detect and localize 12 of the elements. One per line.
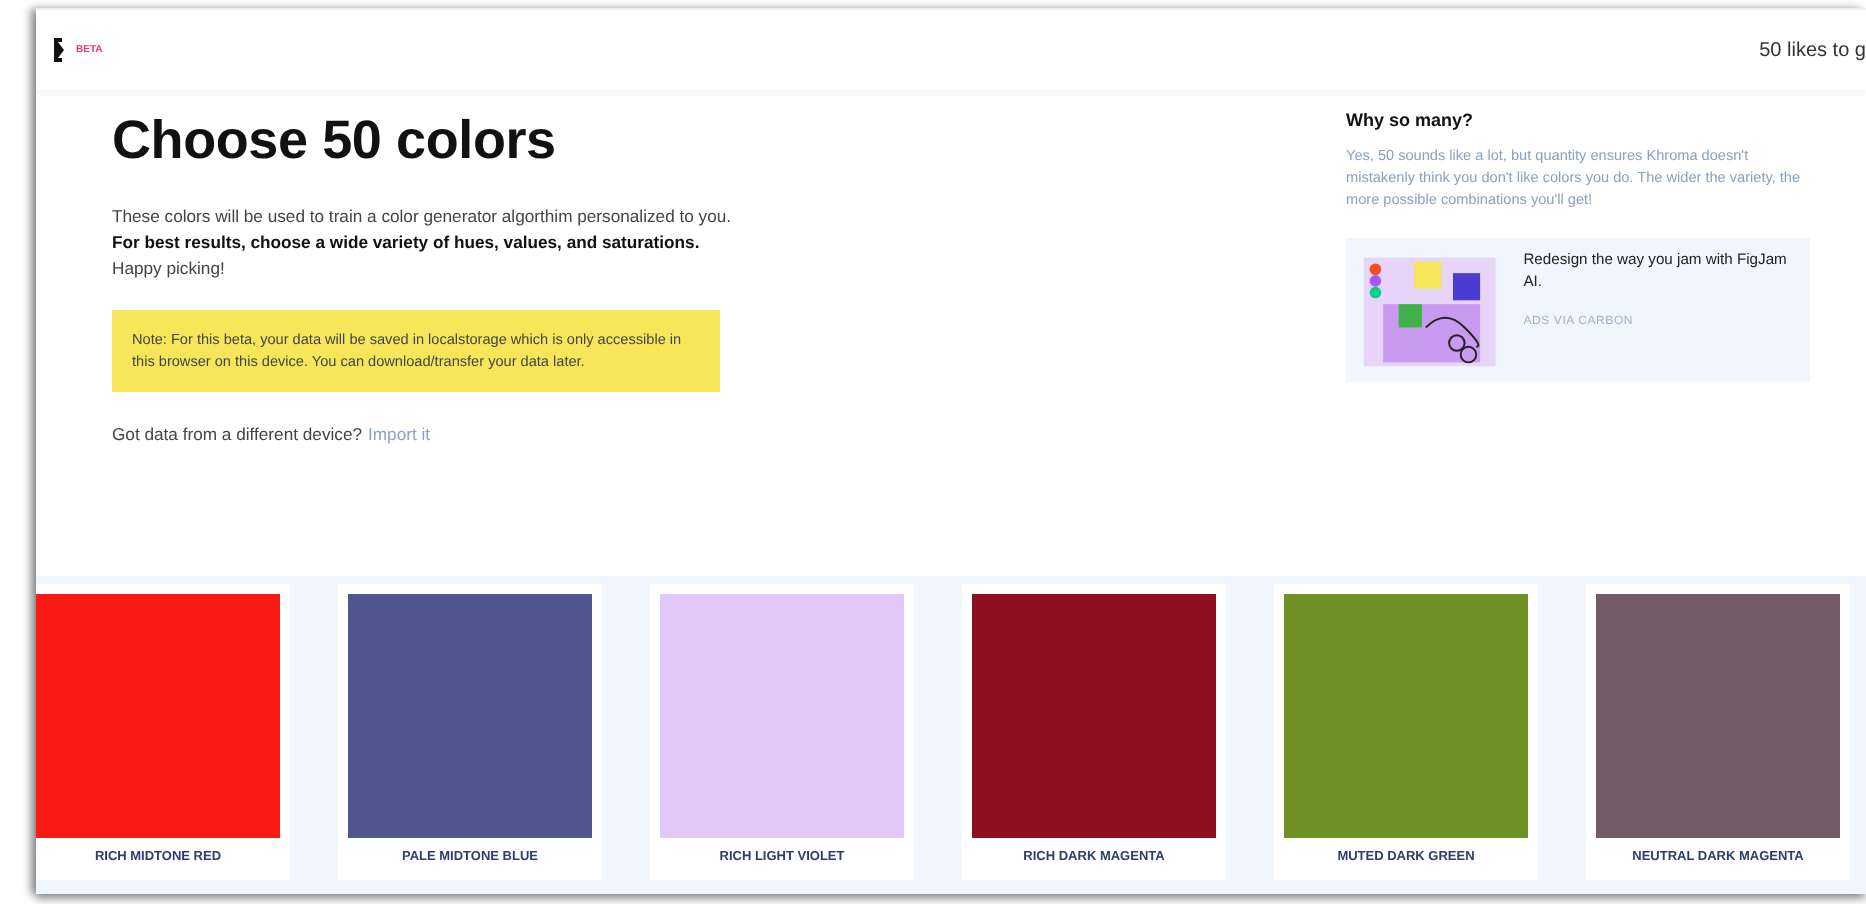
color-swatch[interactable] (972, 594, 1216, 838)
color-swatch[interactable] (1284, 594, 1528, 838)
likes-counter: 50 likes to g (1759, 39, 1866, 61)
color-swatch[interactable] (348, 594, 592, 838)
logo-icon[interactable] (54, 38, 66, 62)
color-swatch[interactable] (36, 594, 280, 838)
page-title: Choose 50 colors (112, 110, 558, 172)
color-swatch[interactable] (1596, 594, 1840, 838)
color-swatch[interactable] (660, 594, 904, 838)
import-prompt: Got data from a different device? (112, 424, 362, 444)
sidebar-heading: Why so many? (1346, 110, 1476, 130)
description: These colors will be used to train a color generator algorthim personalized to you. For best results, choose a wide variety of hues, values, and saturations. Happy picking! (112, 204, 732, 282)
